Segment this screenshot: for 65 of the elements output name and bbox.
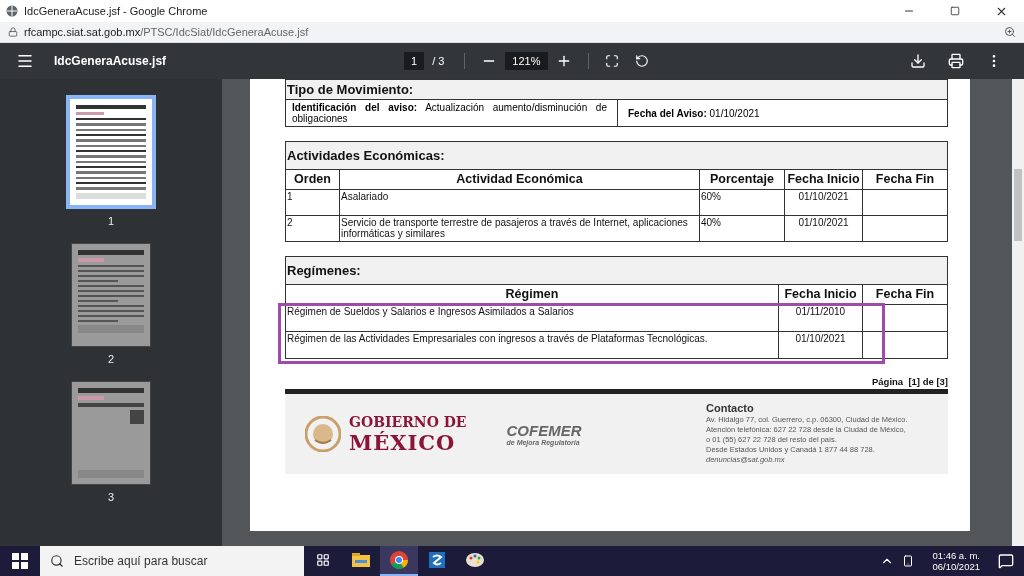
browser-icon [390, 551, 408, 569]
windows-icon[interactable] [12, 553, 28, 569]
url-path: /PTSC/IdcSiat/IdcGeneraAcuse.jsf [140, 26, 309, 38]
zoom-icon[interactable] [1004, 26, 1016, 38]
folder-icon [352, 553, 370, 567]
notice-text: Identificación del aviso: Actualización aumento/disminución de obligaciones [286, 100, 618, 126]
zoom-field[interactable]: 121% [505, 52, 548, 70]
page-number: 2 [107, 353, 115, 365]
page-total: / 3 [432, 55, 445, 67]
column-header: Fecha Fin [874, 286, 936, 303]
contact-title: Contacto [706, 403, 755, 413]
print-icon[interactable] [948, 53, 964, 69]
table-cell: Servicio de transporte terrestre de pasajeros a través de Internet, aplicaciones informáticas y similares [340, 215, 700, 241]
table-cell: 2 [286, 215, 340, 241]
notice-date: Fecha del Aviso: 01/10/2021 [627, 106, 761, 121]
page-thumbnail[interactable] [71, 381, 151, 485]
table-cell: 1 [286, 189, 340, 215]
notifications-icon[interactable] [998, 553, 1014, 569]
column-header: Orden [286, 170, 340, 189]
page-number-field[interactable]: 1 [404, 52, 425, 70]
taskbar-app[interactable] [380, 546, 418, 576]
search-icon [50, 554, 64, 568]
table-cell: 01/10/2021 [779, 331, 863, 358]
column-header: Actividad Económica [340, 170, 700, 189]
window-title: IdcGeneraAcuse.jsf - Google Chrome [24, 5, 208, 17]
table-cell: 01/10/2021 [785, 189, 863, 215]
table-cell: Régimen de las Actividades Empresariales con ingresos a través de Plataformas Tecnológicas. [286, 331, 779, 358]
download-icon[interactable] [910, 53, 926, 69]
palette-icon [466, 552, 484, 568]
rotate-icon[interactable] [634, 54, 649, 68]
table-cell: 40% [700, 215, 785, 241]
task-view-icon[interactable] [316, 553, 330, 567]
fit-page-icon[interactable] [604, 54, 619, 68]
column-header: Régimen [286, 285, 779, 304]
page-thumbnail[interactable] [71, 243, 151, 347]
column-header: Fecha Fin [874, 171, 936, 188]
table-cell: 60% [700, 189, 785, 215]
globe-icon [6, 5, 18, 17]
section-title: Regímenes: [286, 257, 947, 285]
table-cell: 01/10/2021 [785, 215, 863, 241]
app-icon [429, 552, 445, 568]
emblem-icon [305, 416, 341, 452]
column-header: Fecha Inicio [779, 285, 863, 304]
page-thumbnail[interactable] [66, 95, 156, 209]
file-name: IdcGeneraAcuse.jsf [54, 54, 168, 68]
table-cell: Régimen de Sueldos y Salarios e Ingresos Asimilados a Salarios [286, 304, 779, 331]
menu-icon[interactable] [16, 52, 34, 70]
lock-icon [8, 27, 18, 37]
restore-icon[interactable] [950, 6, 960, 16]
column-header: Porcentaje [700, 170, 785, 189]
government-logo-text: GOBIERNO DE [349, 413, 467, 430]
section-title: Actividades Económicas: [286, 142, 947, 170]
taskbar-search-field[interactable]: Escribe aquí para buscar [40, 546, 304, 576]
column-header: Fecha Inicio [785, 170, 863, 189]
clock[interactable]: 01:46 a. m. 06/10/2021 [932, 550, 980, 572]
url-host: rfcampc.siat.sat.gob.mx [24, 26, 141, 38]
agency-logo-text: COFEMER [506, 422, 582, 439]
page-number: 3 [107, 491, 115, 503]
table-cell: Asalariado [340, 189, 700, 215]
device-icon[interactable] [902, 555, 915, 567]
table-cell: 01/11/2010 [779, 304, 863, 331]
page-number: 1 [107, 215, 115, 227]
section-title: Tipo de Movimiento: [286, 80, 947, 100]
government-logo-text: MÉXICO [349, 429, 457, 455]
page-label: Página [1] de [3] [872, 376, 948, 387]
